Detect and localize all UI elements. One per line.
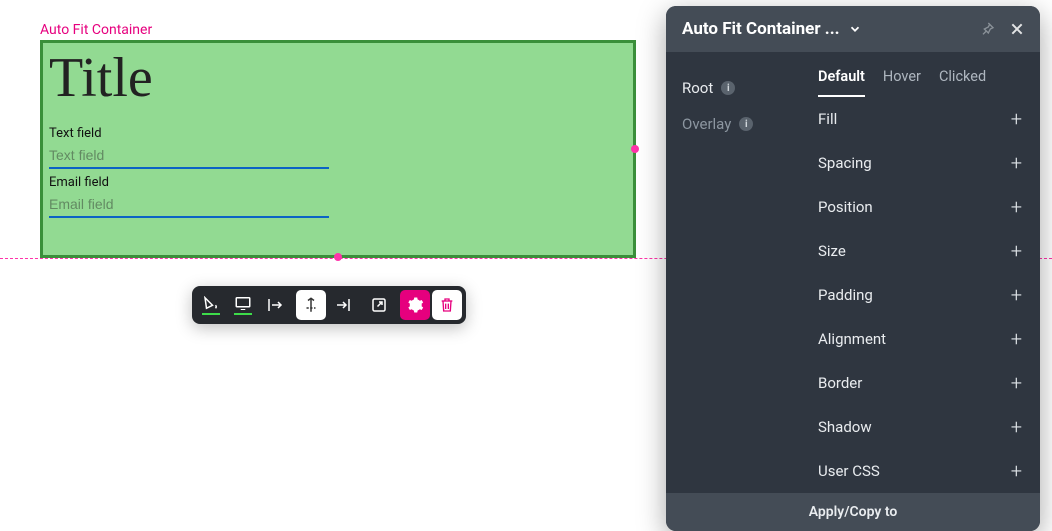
- align-start-button[interactable]: [260, 290, 290, 320]
- plus-icon: +: [1011, 197, 1022, 217]
- prop-label: Spacing: [818, 154, 872, 172]
- prop-label: Position: [818, 198, 873, 216]
- email-field-input[interactable]: [49, 192, 329, 218]
- chevron-down-icon[interactable]: [848, 22, 862, 36]
- component-toolbar: [192, 286, 466, 324]
- open-external-button[interactable]: [364, 290, 394, 320]
- plus-icon: +: [1011, 241, 1022, 261]
- align-vertical-button[interactable]: [296, 290, 326, 320]
- tab-hover[interactable]: Hover: [883, 68, 921, 97]
- settings-button[interactable]: [400, 290, 430, 320]
- text-field-label: Text field: [49, 126, 627, 141]
- plus-icon: +: [1011, 417, 1022, 437]
- prop-padding[interactable]: Padding +: [804, 273, 1040, 317]
- state-tabs: Default Hover Clicked: [804, 52, 1040, 97]
- close-button[interactable]: [1006, 18, 1028, 40]
- side-item-overlay[interactable]: Overlay i: [682, 106, 794, 142]
- plus-icon: +: [1011, 461, 1022, 481]
- prop-label: Padding: [818, 286, 873, 304]
- info-icon[interactable]: i: [739, 117, 753, 131]
- gear-icon: [406, 296, 424, 314]
- plus-icon: +: [1011, 285, 1022, 305]
- side-item-root[interactable]: Root i: [682, 70, 794, 106]
- display-button[interactable]: [228, 290, 258, 320]
- prop-position[interactable]: Position +: [804, 185, 1040, 229]
- resize-handle-right[interactable]: [631, 145, 639, 153]
- align-end-button[interactable]: [328, 290, 358, 320]
- prop-label: Border: [818, 374, 862, 392]
- prop-spacing[interactable]: Spacing +: [804, 141, 1040, 185]
- prop-label: Size: [818, 242, 846, 260]
- resize-handle-bottom[interactable]: [334, 253, 342, 261]
- prop-size[interactable]: Size +: [804, 229, 1040, 273]
- prop-label: Alignment: [818, 330, 886, 348]
- apply-copy-button[interactable]: Apply/Copy to: [666, 493, 1040, 531]
- component-label: Auto Fit Container: [40, 22, 152, 38]
- tab-clicked[interactable]: Clicked: [939, 68, 986, 97]
- auto-fit-container[interactable]: Title Text field Email field: [40, 40, 636, 258]
- side-item-label: Root: [682, 79, 713, 97]
- prop-label: Fill: [818, 110, 837, 128]
- info-icon[interactable]: i: [721, 81, 735, 95]
- prop-label: User CSS: [818, 462, 880, 480]
- panel-header[interactable]: Auto Fit Container ...: [666, 6, 1040, 52]
- prop-border[interactable]: Border +: [804, 361, 1040, 405]
- inspector-panel: Auto Fit Container ... Root i Overlay i …: [666, 6, 1040, 531]
- side-item-label: Overlay: [682, 115, 731, 133]
- panel-side-nav: Root i Overlay i: [666, 52, 804, 493]
- email-field-label: Email field: [49, 175, 627, 190]
- trash-icon: [439, 296, 455, 314]
- plus-icon: +: [1011, 153, 1022, 173]
- tab-default[interactable]: Default: [818, 68, 865, 97]
- plus-icon: +: [1011, 329, 1022, 349]
- panel-title: Auto Fit Container ...: [682, 19, 840, 39]
- prop-shadow[interactable]: Shadow +: [804, 405, 1040, 449]
- prop-alignment[interactable]: Alignment +: [804, 317, 1040, 361]
- prop-usercss[interactable]: User CSS +: [804, 449, 1040, 493]
- pin-icon: [979, 21, 995, 37]
- text-field-input[interactable]: [49, 143, 329, 169]
- fill-button[interactable]: [196, 290, 226, 320]
- plus-icon: +: [1011, 109, 1022, 129]
- close-icon: [1009, 21, 1025, 37]
- title-text[interactable]: Title: [49, 49, 627, 108]
- delete-button[interactable]: [432, 290, 462, 320]
- prop-label: Shadow: [818, 418, 872, 436]
- plus-icon: +: [1011, 373, 1022, 393]
- prop-fill[interactable]: Fill +: [804, 97, 1040, 141]
- pin-button[interactable]: [976, 18, 998, 40]
